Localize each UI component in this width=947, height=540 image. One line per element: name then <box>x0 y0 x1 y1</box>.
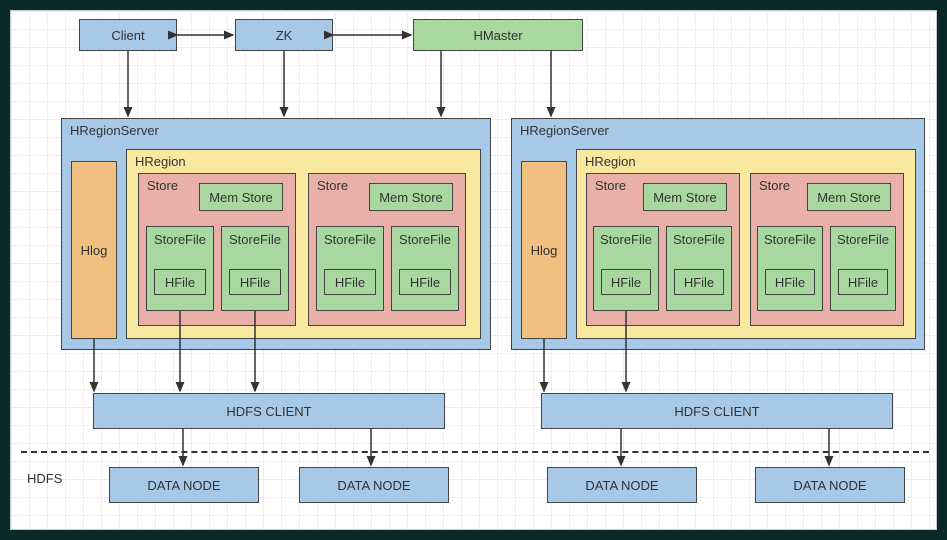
hfile-r2b: HFile <box>838 269 888 295</box>
hdfs-label: HDFS <box>27 471 62 486</box>
datanode-4: DATA NODE <box>755 467 905 503</box>
memstore-l1: Mem Store <box>199 183 283 211</box>
dashed-separator <box>21 451 929 453</box>
diagram-canvas: Client ZK HMaster HRegionServer Hlog HRe… <box>10 10 937 530</box>
hfile-r1a: HFile <box>601 269 651 295</box>
hfile-l1a: HFile <box>154 269 206 295</box>
memstore-r1: Mem Store <box>643 183 727 211</box>
hfile-r1b: HFile <box>674 269 724 295</box>
hdfs-client-left: HDFS CLIENT <box>93 393 445 429</box>
hfile-l1b: HFile <box>229 269 281 295</box>
datanode-1: DATA NODE <box>109 467 259 503</box>
datanode-2: DATA NODE <box>299 467 449 503</box>
zk-box: ZK <box>235 19 333 51</box>
memstore-r2: Mem Store <box>807 183 891 211</box>
hlog-left: Hlog <box>71 161 117 339</box>
client-box: Client <box>79 19 177 51</box>
datanode-3: DATA NODE <box>547 467 697 503</box>
hfile-r2a: HFile <box>765 269 815 295</box>
memstore-l2: Mem Store <box>369 183 453 211</box>
hmaster-box: HMaster <box>413 19 583 51</box>
hfile-l2a: HFile <box>324 269 376 295</box>
hdfs-client-right: HDFS CLIENT <box>541 393 893 429</box>
hfile-l2b: HFile <box>399 269 451 295</box>
hlog-right: Hlog <box>521 161 567 339</box>
